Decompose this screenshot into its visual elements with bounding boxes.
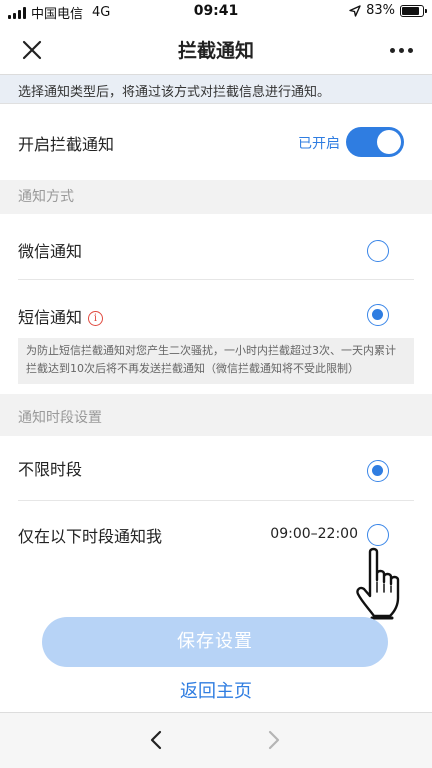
save-settings-button[interactable]: 保存设置 (42, 617, 388, 667)
sms-limit-note: 为防止短信拦截通知对您产生二次骚扰，一小时内拦截超过3次、一天内累计拦截达到10… (18, 338, 414, 384)
divider (18, 279, 414, 280)
notice-banner: 选择通知类型后，将通过该方式对拦截信息进行通知。 (0, 74, 432, 104)
sms-option-text: 短信通知 (18, 308, 83, 327)
unlimited-period-label: 不限时段 (18, 460, 83, 479)
more-icon-dot (389, 47, 395, 53)
custom-period-range[interactable]: 09:00–22:00 (270, 526, 358, 542)
chevron-left-icon (150, 730, 162, 750)
close-icon (22, 40, 42, 60)
sms-option-label: 短信通知 i (18, 304, 104, 328)
close-button[interactable] (18, 36, 46, 64)
status-bar: 中国电信 4G 09:41 83% (0, 0, 432, 24)
info-icon[interactable]: i (88, 311, 104, 326)
custom-period-radio[interactable] (367, 524, 389, 546)
back-home-link[interactable]: 返回主页 (0, 677, 432, 703)
battery-percent: 83% (366, 3, 395, 18)
divider (18, 500, 414, 501)
method-section-header: 通知方式 (0, 180, 432, 214)
enable-notification-row: 开启拦截通知 已开启 (0, 104, 432, 180)
wechat-option-label: 微信通知 (18, 242, 83, 261)
battery-icon (400, 4, 427, 17)
status-right: 83% (349, 3, 427, 18)
toggle-status-label: 已开启 (298, 136, 340, 152)
period-section-header: 通知时段设置 (0, 400, 432, 436)
wechat-option-radio[interactable] (367, 240, 389, 262)
browser-back-button[interactable] (144, 727, 170, 753)
nav-bar: 拦截通知 (0, 24, 432, 74)
hand-pointer-icon (356, 547, 400, 620)
location-arrow-icon (349, 4, 361, 17)
sms-option-radio[interactable] (367, 304, 389, 326)
browser-bottom-bar (0, 712, 432, 768)
page-title: 拦截通知 (177, 40, 254, 62)
toggle-knob (377, 130, 401, 154)
chevron-right-icon (268, 730, 280, 750)
more-icon-dot (398, 47, 404, 53)
custom-period-label: 仅在以下时段通知我 (18, 527, 163, 546)
more-button[interactable] (386, 36, 416, 64)
browser-forward-button[interactable] (260, 727, 286, 753)
enable-notification-toggle[interactable] (346, 127, 404, 157)
enable-notification-label: 开启拦截通知 (18, 135, 115, 154)
more-icon-dot (407, 47, 413, 53)
unlimited-period-radio[interactable] (367, 460, 389, 482)
battery-fill (402, 6, 419, 15)
